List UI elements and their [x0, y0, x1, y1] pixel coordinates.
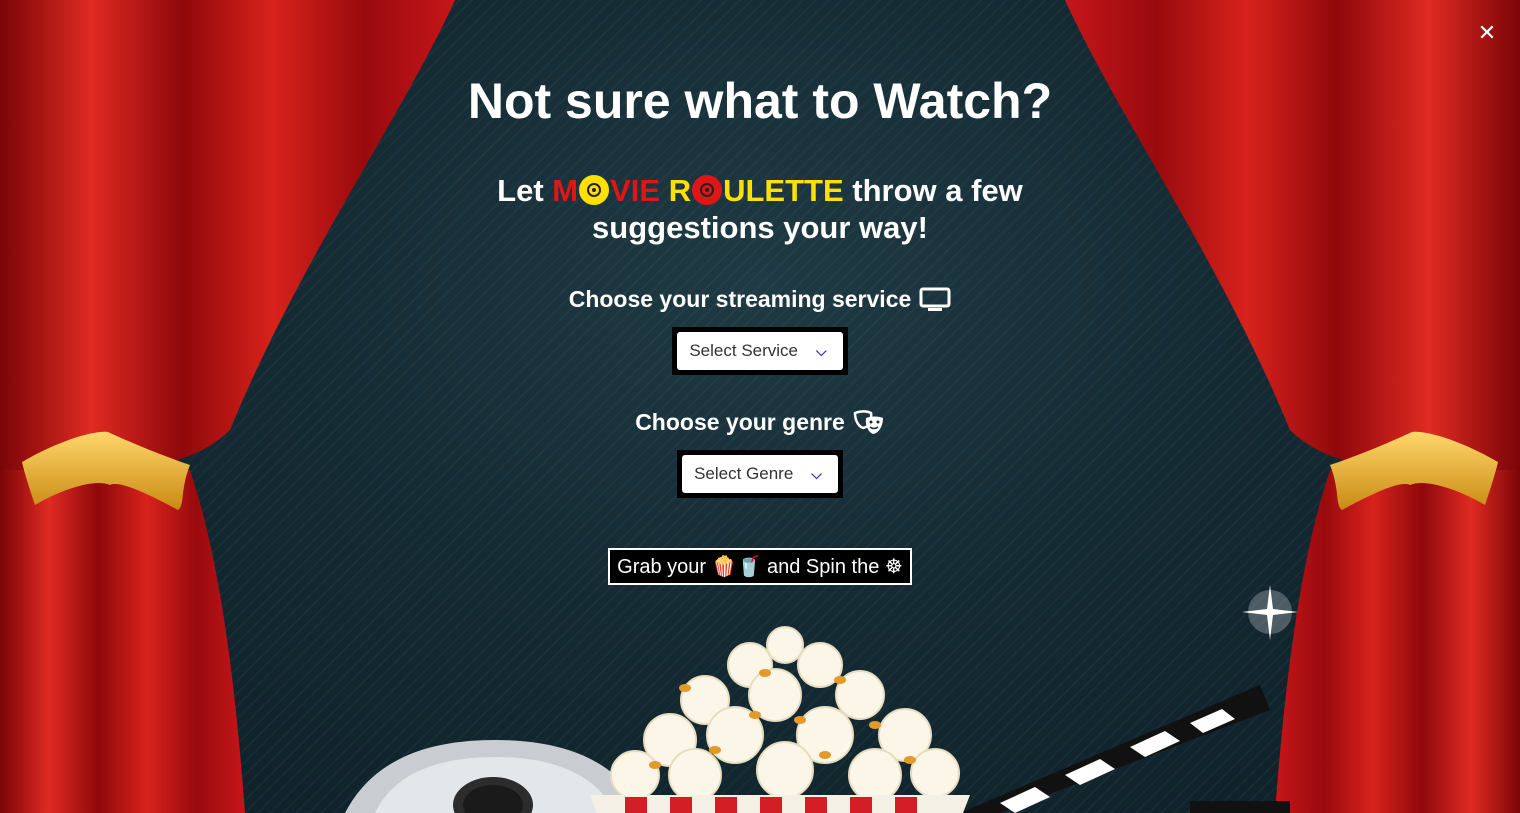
- genre-select[interactable]: Select Genre ⌵: [682, 455, 838, 493]
- drink-icon: 🥤: [736, 556, 762, 578]
- popcorn-icon: 🍿: [711, 556, 737, 578]
- genre-select-value: Select Genre: [694, 464, 794, 483]
- spin-button[interactable]: Grab your 🍿🥤 and Spin the ☸: [608, 548, 912, 585]
- streaming-service-select-frame: Select Service ⌵: [672, 327, 848, 375]
- streaming-service-label-text: Choose your streaming service: [568, 286, 912, 312]
- film-reel-red-icon: [692, 175, 723, 205]
- genre-label: Choose your genre: [380, 409, 1140, 436]
- spin-button-text-a: Grab your: [617, 556, 712, 578]
- brand-text-part1: M: [552, 173, 579, 208]
- subtitle-prefix: Let: [497, 173, 553, 208]
- close-button[interactable]: ✕: [1474, 20, 1500, 46]
- chevron-down-icon: ⌵: [811, 465, 822, 482]
- theater-masks-icon: [853, 409, 883, 434]
- streaming-service-label: Choose your streaming service: [380, 286, 1140, 313]
- film-reel-yellow-icon: [579, 175, 610, 205]
- sparkle-decoration: [1242, 585, 1298, 640]
- subtitle: Let M VIE R ULETTE throw a few suggestions…: [480, 172, 1040, 246]
- tv-icon: [919, 287, 951, 311]
- genre-label-text: Choose your genre: [635, 409, 845, 435]
- clapperboard-decoration: [960, 685, 1290, 813]
- wheel-icon: ☸: [884, 556, 903, 578]
- genre-select-frame: Select Genre ⌵: [677, 450, 843, 498]
- streaming-service-select[interactable]: Select Service ⌵: [677, 332, 843, 370]
- brand-text-part3: R: [668, 173, 692, 208]
- modal-content: Not sure what to Watch? Let M VIE R ULETTE…: [380, 70, 1140, 585]
- spin-button-text-b: and Spin the: [761, 556, 885, 578]
- page-title: Not sure what to Watch?: [467, 73, 1053, 129]
- brand-text-part2: VIE: [610, 173, 669, 208]
- chevron-down-icon: ⌵: [816, 342, 827, 359]
- brand-text-part4: ULETTE: [723, 173, 844, 208]
- movie-roulette-modal: ✕ Not sure what to Watch? Let M VIE R ULET…: [0, 0, 1520, 813]
- streaming-service-select-value: Select Service: [689, 341, 799, 360]
- popcorn-bucket-decoration: [590, 626, 970, 813]
